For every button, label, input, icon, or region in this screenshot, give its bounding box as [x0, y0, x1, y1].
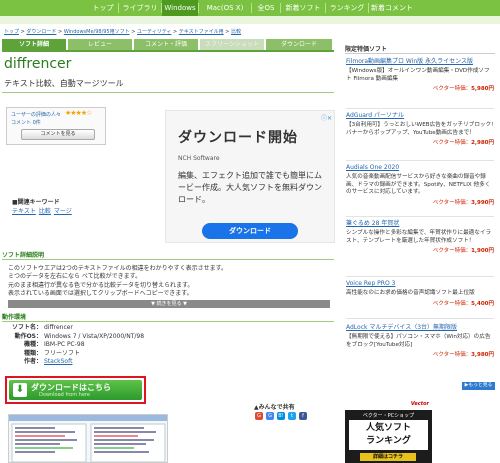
sidebar-item-link[interactable]: Filmora動画編集プロ Win版 永久ライセンス版 [346, 58, 494, 66]
ad-vendor: NCH Software [178, 155, 220, 162]
sidebar-item-desc: 【無期限で使える】パソコン・スマホ（Win対応）の広告をブロック[YouTube… [346, 334, 491, 348]
sidebar-item: Audials One 2020 人気の音楽動画配信サービスから好きな楽曲の録音… [346, 164, 494, 206]
env-row-os: 動作OS： Windows 7 / Vista/XP/2000/NT/98 [14, 332, 145, 340]
app-name: diffrencer [4, 56, 72, 72]
sidebar-item-link[interactable]: Audials One 2020 [346, 164, 494, 172]
breadcrumb: トップ > ダウンロード > WindowsMe/98/95用ソフト > ユーテ… [4, 29, 242, 35]
nav-subbar [0, 16, 500, 24]
banner-logo: Vector [345, 400, 432, 410]
sidebar-item-desc: 【Windows版】オールインワン動画編集・DVD作成ソフト Filmora 動… [346, 68, 490, 82]
detail-tabs: ソフト詳細 レビュー コメント・評価 スクリーンショット ダウンロード [2, 39, 334, 52]
rating-stars: ★★★★☆ [65, 109, 92, 117]
description-text: このソフトウエアは2つのテキストファイルの相違をわかりやすく表示させます。 ミつ… [8, 265, 228, 297]
sidebar-title: 限定特価ソフト [345, 46, 388, 53]
tab-review[interactable]: レビュー [68, 39, 132, 50]
nav-item-all-os[interactable]: 全OS [252, 0, 280, 16]
banner-main: 人気ソフト ランキング [349, 420, 428, 450]
share-label: ▲みんなで共有 [254, 404, 295, 411]
sidebar-item-link[interactable]: AdLock マルチデバイス（3台）無期限版 [346, 324, 494, 332]
tab-download[interactable]: ダウンロード [266, 39, 332, 50]
nav-item-new-software[interactable]: 新着ソフト [281, 0, 325, 16]
env-row-type: 種類： フリーソフト [23, 349, 81, 357]
read-more-button[interactable]: ▼ 続きを見る ▼ [8, 300, 330, 308]
author-link[interactable]: StackSoft [44, 358, 72, 367]
nav-item-new-comments[interactable]: 新着コメント [369, 0, 415, 16]
tab-comments[interactable]: コメント・評価 [134, 39, 198, 50]
sidebar-item-desc: 人気の音楽動画配信サービスから好きな楽曲の録音や録画、ドラマの録画ができます。S… [346, 174, 491, 195]
sidebar-item-desc: シンプルな操作と多彩な編集で、年賀状作りに最適なイラスト、テンプレートを厳選した… [346, 230, 492, 244]
sidebar-item-price: ベクター特価：1,900円 [432, 248, 494, 254]
breadcrumb-item-utility[interactable]: ユーティリティ [137, 29, 171, 35]
nav-item-windows[interactable]: Windows [162, 0, 198, 16]
rating-box: ユーザーの評価の人々 ★★★★☆ コメント 0件 コメントを見る [6, 107, 106, 145]
sidebar-item-price: ベクター特価：3,980円 [432, 352, 494, 358]
comment-count[interactable]: コメント 0件 [11, 119, 41, 126]
sidebar-item-price: ベクター特価：2,980円 [432, 140, 494, 146]
screenshot-thumbnail[interactable] [8, 414, 168, 463]
download-button-frame: ⬇ ダウンロードはこちら Download from here [5, 376, 146, 404]
divider [345, 53, 495, 54]
advertisement[interactable]: ⓘ✕ ダウンロード開始 NCH Software 編集、エフェクト追加で誰でも簡… [165, 110, 335, 243]
ad-download-button[interactable]: ダウンロード [202, 223, 298, 239]
download-button-sublabel: Download from here [39, 392, 90, 398]
facebook-icon[interactable]: f [299, 412, 307, 420]
rating-label[interactable]: ユーザーの評価の人々 [11, 111, 61, 118]
sidebar-item: 筆ぐるめ 28 年賀状 シンプルな操作と多彩な編集で、年賀状作りに最適なイラスト… [346, 220, 494, 254]
sidebar-item-link[interactable]: Voice Rep PRO 3 [346, 280, 494, 288]
banner-cta-button[interactable]: 詳細はコチラ [360, 453, 416, 461]
nav-item-ranking[interactable]: ランキング [326, 0, 368, 16]
breadcrumb-item-textfile[interactable]: テキストファイル用 [179, 29, 224, 35]
environment-table: ソフト名： diffrencer 動作OS： Windows 7 / Vista/X… [4, 324, 334, 367]
sidebar-item-price: ベクター特価：5,400円 [432, 300, 494, 307]
nav-item-mac[interactable]: Mac(OS X) [199, 0, 251, 16]
ad-body: 編集、エフェクト追加で誰でも簡単にムービー作成。大人気ソフトを無料ダウンロード。 [178, 171, 322, 204]
twitter-icon[interactable]: t [288, 412, 296, 420]
breadcrumb-item-compare[interactable]: 比較 [231, 29, 241, 35]
sidebar-item: Voice Rep PRO 3 高性能なのにお求め価格の音声認識ソフト最上位版 … [346, 280, 494, 307]
sidebar-item-link[interactable]: 筆ぐるめ 28 年賀状 [346, 220, 494, 228]
keyword-text[interactable]: テキスト [12, 208, 36, 215]
divider [2, 92, 334, 93]
sidebar-item-price: ベクター特価：5,980円 [432, 86, 494, 92]
breadcrumb-item-download[interactable]: ダウンロード [26, 29, 56, 35]
keyword-merge[interactable]: マージ [54, 208, 72, 215]
sidebar-more-button[interactable]: ▶もっと見る [462, 382, 495, 390]
breadcrumb-item-windows-old[interactable]: WindowsMe/98/95用ソフト [64, 29, 130, 35]
screenshot-thumbnail-graphic [9, 415, 167, 462]
sidebar-item: Filmora動画編集プロ Win版 永久ライセンス版 【Windows版】オー… [346, 58, 494, 92]
description-heading: ソフト詳細説明 [2, 250, 334, 260]
banner-subtitle: ベクター・PCショップ [362, 413, 415, 419]
sidebar-item-price: ベクター特価：3,990円 [432, 199, 494, 206]
sidebar-item: AdGuard パーソナル 【3台利用可】うっとおしいWEB広告をガッチリブロッ… [346, 112, 494, 146]
hatena-icon[interactable]: B! [277, 412, 285, 420]
view-comments-button[interactable]: コメントを見る [21, 129, 95, 140]
app-subtitle: テキスト比較、自動マージツール [4, 79, 124, 88]
google-plus-icon[interactable]: G [255, 412, 263, 420]
tab-software-details[interactable]: ソフト詳細 [2, 39, 66, 50]
download-button[interactable]: ⬇ ダウンロードはこちら Download from here [9, 380, 142, 400]
breadcrumb-item-top[interactable]: トップ [4, 29, 19, 35]
google-icon[interactable]: G [266, 412, 274, 420]
keywords-list: テキスト 比較 マージ [12, 206, 75, 215]
keywords-label: ■関連キーワード [12, 199, 60, 206]
sidebar-item: AdLock マルチデバイス（3台）無期限版 【無期限で使える】パソコン・スマホ… [346, 324, 494, 358]
ranking-banner[interactable]: Vector ベクター・PCショップ 人気ソフト ランキング 詳細はコチラ [345, 400, 432, 463]
nav-item-library[interactable]: ライブラリ [119, 0, 161, 16]
sidebar-item-desc: 【3台利用可】うっとおしいWEB広告をガッチリブロック! バナーからポップアップ… [346, 122, 494, 136]
env-row-name: ソフト名： diffrencer [11, 324, 73, 331]
nav-item-top[interactable]: トップ [88, 0, 118, 16]
share-icons: G G B! t f [255, 412, 319, 422]
download-arrow-icon: ⬇ [13, 383, 27, 397]
top-navigation: トップ ライブラリ Windows Mac(OS X) 全OS 新着ソフト ラン… [0, 0, 500, 16]
environment-heading: 動作環境 [2, 312, 334, 322]
sidebar-item-link[interactable]: AdGuard パーソナル [346, 112, 494, 120]
info-icon[interactable]: ⓘ✕ [321, 113, 332, 122]
tab-screenshots: スクリーンショット [200, 39, 264, 50]
env-row-author: 作者： StackSoft [23, 358, 73, 367]
env-row-model: 機種： IBM-PC PC-98 [23, 341, 85, 348]
keyword-compare[interactable]: 比較 [39, 208, 51, 215]
sidebar-item-desc: 高性能なのにお求め価格の音声認識ソフト最上位版 [346, 290, 475, 296]
ad-title: ダウンロード開始 [178, 130, 298, 146]
